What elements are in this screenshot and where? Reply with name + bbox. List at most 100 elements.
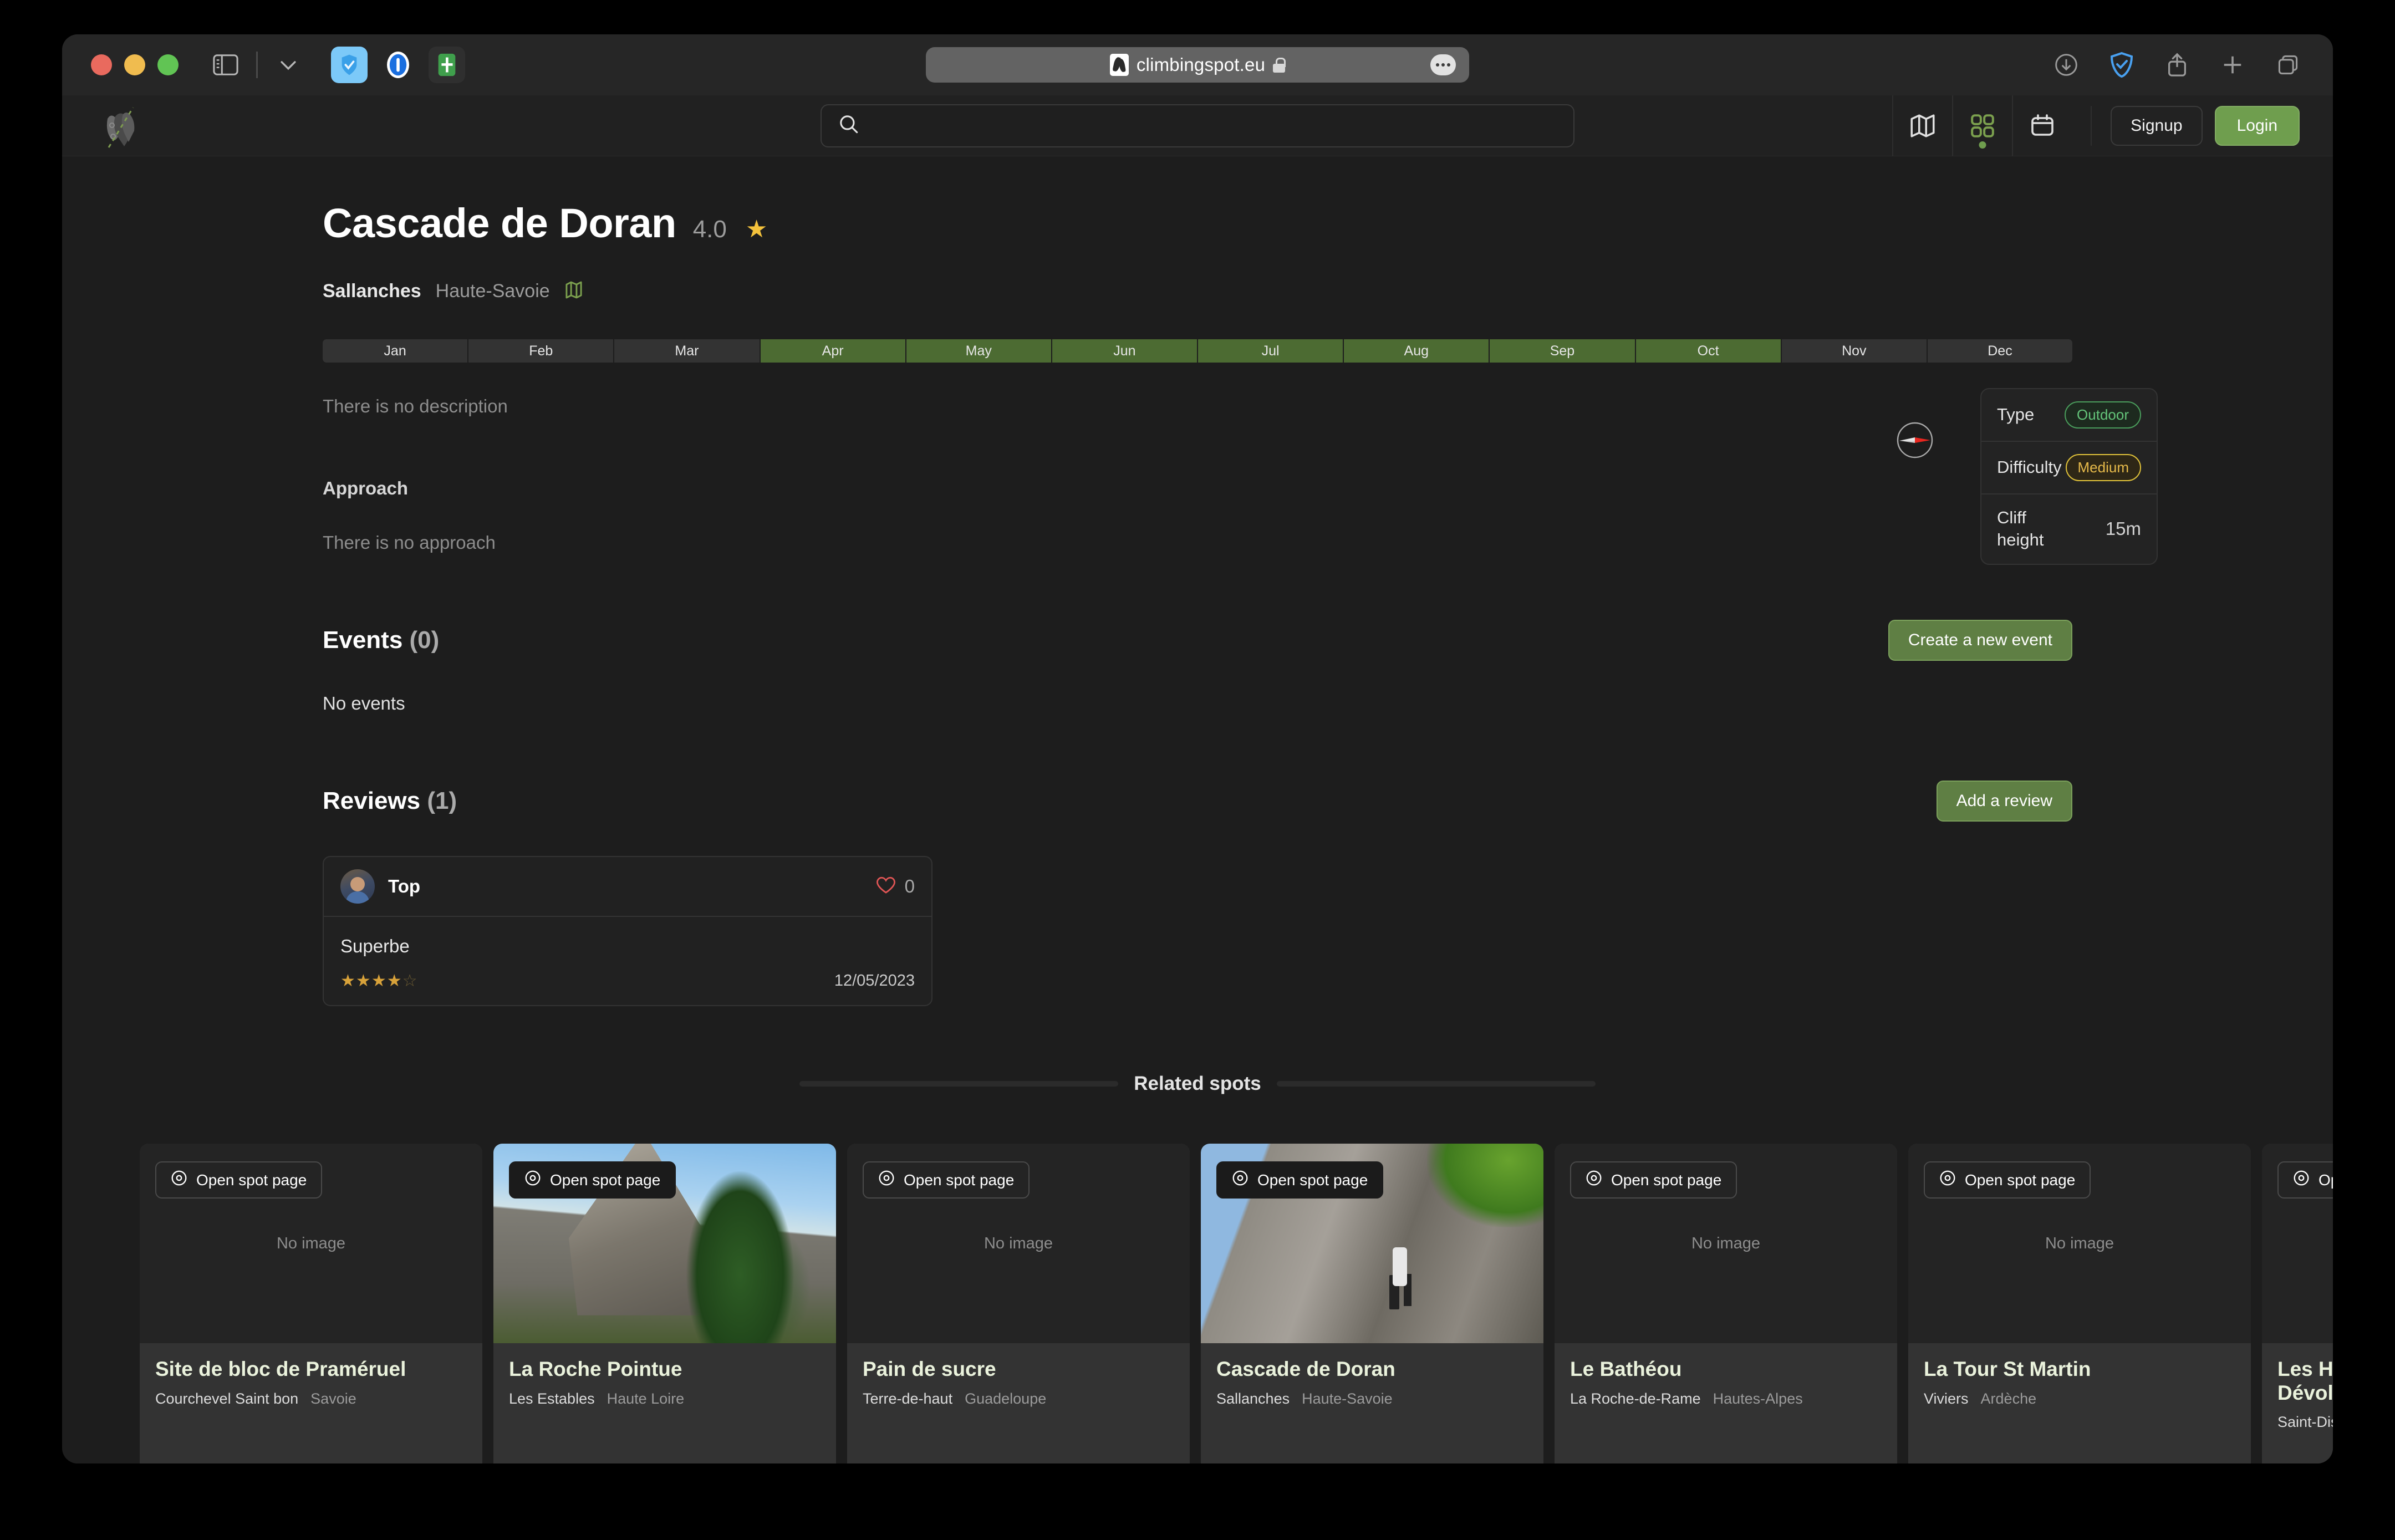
review-date: 12/05/2023 [834,972,915,990]
address-bar[interactable]: climbingspot.eu [926,47,1469,83]
no-image-label: No image [2045,1234,2114,1252]
open-spot-page-button[interactable]: Open spot page [1216,1161,1384,1199]
search-icon [838,114,859,137]
open-spot-page-button[interactable]: Open spot page [2277,1161,2333,1199]
spot-card-location: Terre-de-haut Guadeloupe [863,1390,1174,1408]
spot-card-image: Open spot page [1201,1144,1543,1343]
shield-extension-icon[interactable] [331,47,368,83]
create-new-event-button[interactable]: Create a new event [1888,620,2072,661]
open-spot-page-label: Open spot page [2318,1171,2333,1189]
spot-card-location: Courchevel Saint bon Savoie [155,1390,467,1408]
month-cell-feb: Feb [468,339,615,363]
no-image-label: No image [1691,1234,1761,1252]
star-filled-icon: ★ [386,972,402,990]
grid-spots-icon[interactable] [1952,95,2012,156]
spot-card-title: Cascade de Doran [1216,1358,1395,1380]
spot-card-region: Savoie [310,1390,356,1407]
climbingspot-logo[interactable] [101,102,162,150]
spot-card-region: Hautes-Alpes [1713,1390,1803,1407]
add-review-button[interactable]: Add a review [1936,781,2072,822]
adblock-shield-icon[interactable] [2106,49,2138,81]
open-spot-page-label: Open spot page [1965,1171,2076,1189]
sidebar-icon[interactable] [210,49,242,81]
spot-card-image: No image Open spot page [1555,1144,1897,1343]
spot-card-image: No image Open spot page [847,1144,1190,1343]
search-input[interactable] [870,116,1496,135]
site-favicon [1109,54,1129,76]
spot-card-region: Haute Loire [607,1390,685,1407]
spot-card[interactable]: No imageOpen spot pageLes Hauts Gicons-E… [2262,1144,2333,1463]
open-spot-page-label: Open spot page [550,1171,661,1189]
open-spot-page-button[interactable]: Open spot page [863,1161,1030,1199]
star-empty-icon: ☆ [402,972,418,990]
review-card: Top 0 Superbe ★★★★☆ 12/05/2023 [323,856,932,1006]
events-count: (0) [409,626,440,654]
eye-icon [1232,1170,1249,1190]
spot-card[interactable]: No image Open spot page La Tour St Martin V… [1908,1144,2251,1463]
heart-icon[interactable] [876,876,896,898]
page-menu-button[interactable] [1430,54,1456,75]
spot-card-city: Les Estables [509,1390,595,1407]
star-filled-icon: ★ [340,972,356,990]
spot-card[interactable]: Open spot page La Roche Pointue Les Establ… [493,1144,836,1463]
spot-card-city: Courchevel Saint bon [155,1390,299,1407]
spot-card-region: Ardèche [1980,1390,2037,1407]
sheets-extension-icon[interactable] [429,47,465,83]
maximize-window-button[interactable] [157,54,179,75]
page-title: Cascade de Doran [323,200,676,246]
new-tab-icon[interactable] [2216,49,2249,81]
difficulty-label: Difficulty [1997,457,2062,477]
downloads-icon[interactable] [2050,49,2082,81]
month-cell-jul: Jul [1198,339,1344,363]
month-cell-jan: Jan [323,339,469,363]
spot-card-image: No image Open spot page [1908,1144,2251,1343]
type-label: Type [1997,405,2035,425]
reviews-count: (1) [427,787,457,814]
star-filled-icon: ★ [355,972,371,990]
eye-icon [1586,1170,1602,1190]
browser-toolbar-right [2050,49,2304,81]
month-cell-jun: Jun [1052,339,1199,363]
month-cell-apr: Apr [760,339,906,363]
privacy-extension-icon[interactable] [380,47,416,83]
map-pin-icon[interactable] [564,280,583,303]
chevron-down-icon[interactable] [272,49,304,81]
spot-card-location: Saint-DisdierHautes-Alpes [2277,1414,2333,1431]
spot-card[interactable]: No image Open spot page Pain de sucre Terre… [847,1144,1190,1463]
divider-right [1276,1081,1596,1087]
month-cell-may: May [906,339,1052,363]
compass-icon [1896,421,1934,459]
no-image-label: No image [984,1234,1053,1252]
spot-card-city: La Roche-de-Rame [1570,1390,1701,1407]
reviews-header-row: Reviews (1) Add a review [323,781,2072,822]
related-spots-list: No image Open spot page Site de bloc de Pr… [62,1144,2333,1463]
spot-card-image: Open spot page [493,1144,836,1343]
open-spot-page-button[interactable]: Open spot page [155,1161,323,1199]
minimize-window-button[interactable] [124,54,145,75]
open-spot-page-button[interactable]: Open spot page [509,1161,676,1199]
spot-card[interactable]: No image Open spot page Site de bloc de Pr… [140,1144,482,1463]
spot-card-image: No imageOpen spot page [2262,1144,2333,1343]
spot-card[interactable]: Open spot page Cascade de Doran Sallanches… [1201,1144,1543,1463]
open-spot-page-button[interactable]: Open spot page [1570,1161,1737,1199]
spot-card-city: Sallanches [1216,1390,1290,1407]
map-icon[interactable] [1892,95,1952,156]
spot-card[interactable]: No image Open spot page Le Bathéou La Roche… [1555,1144,1897,1463]
signup-button[interactable]: Signup [2111,105,2203,146]
review-likes[interactable]: 0 [876,876,915,898]
tab-overview-icon[interactable] [2272,49,2304,81]
no-image-label: No image [276,1234,346,1252]
spot-city: Sallanches [323,281,421,302]
login-button[interactable]: Login [2214,105,2300,146]
close-window-button[interactable] [91,54,112,75]
open-spot-page-label: Open spot page [1611,1171,1722,1189]
cliff-height-label: Cliff height [1997,508,2044,550]
calendar-icon[interactable] [2012,95,2072,156]
eye-icon [171,1170,187,1190]
spot-title-row: Cascade de Doran 4.0 ★ [323,200,2333,247]
like-count: 0 [904,876,915,896]
share-icon[interactable] [2161,49,2193,81]
star-filled-icon: ★ [371,972,387,990]
open-spot-page-button[interactable]: Open spot page [1924,1161,2091,1199]
search-bar[interactable] [821,104,1574,147]
